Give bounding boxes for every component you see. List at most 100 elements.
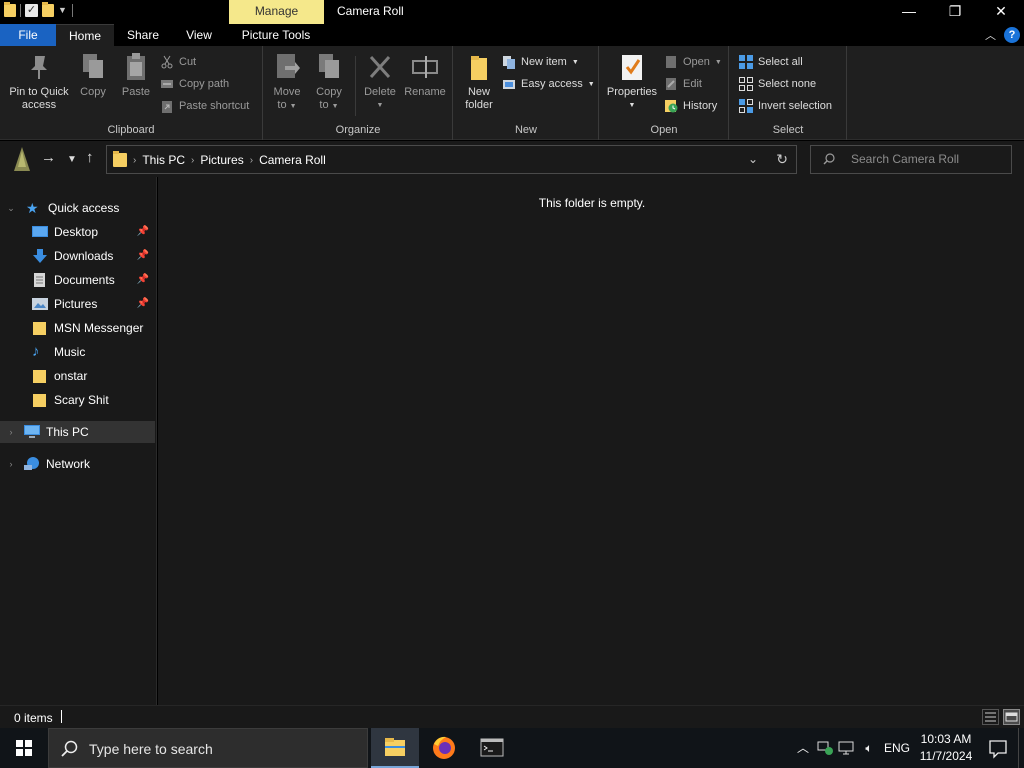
large-icons-view-button[interactable] — [1003, 709, 1020, 725]
taskbar-file-explorer[interactable] — [371, 728, 419, 768]
sidebar-item-desktop[interactable]: Desktop 📌 — [0, 221, 155, 243]
help-icon[interactable]: ? — [1004, 27, 1020, 43]
open-button[interactable]: Open ▼ — [664, 53, 722, 71]
search-input[interactable] — [851, 152, 1001, 166]
pin-icon[interactable]: 📌 — [137, 274, 149, 285]
notification-center-button[interactable] — [978, 728, 1018, 768]
dropdown-arrow-icon: ▼ — [571, 58, 579, 66]
properties-button[interactable]: Properties ▼ — [603, 52, 661, 112]
sidebar-item-this-pc[interactable]: › This PC — [0, 421, 155, 443]
taskbar-search-box[interactable]: Type here to search — [48, 728, 368, 768]
sidebar-item-msn-messenger[interactable]: MSN Messenger — [0, 317, 155, 339]
pin-icon[interactable]: 📌 — [137, 250, 149, 261]
history-label: History — [683, 100, 718, 112]
tab-home[interactable]: Home — [56, 24, 114, 46]
up-button[interactable]: ↑ — [86, 149, 94, 167]
sidebar-item-network[interactable]: › Network — [0, 453, 155, 475]
taskbar-terminal[interactable] — [468, 728, 516, 768]
refresh-icon[interactable]: ↻ — [776, 151, 788, 168]
copy-to-button[interactable]: Copy to ▼ — [310, 52, 348, 113]
chevron-right-icon[interactable]: › — [250, 155, 253, 166]
breadcrumb-camera-roll[interactable]: Camera Roll — [259, 153, 326, 167]
folder-icon — [32, 369, 48, 383]
tab-picture-tools[interactable]: Picture Tools — [232, 24, 320, 46]
dropdown-arrow-icon: ▼ — [376, 102, 384, 109]
tab-manage[interactable]: Manage — [229, 0, 324, 24]
chevron-right-icon[interactable]: › — [4, 427, 18, 437]
sidebar-item-onstar[interactable]: onstar — [0, 365, 155, 387]
cut-button[interactable]: Cut — [160, 53, 196, 71]
details-view-button[interactable] — [982, 709, 999, 725]
edit-icon — [664, 77, 678, 91]
breadcrumb-pictures[interactable]: Pictures — [200, 153, 243, 167]
move-to-button[interactable]: Move to ▼ — [268, 52, 306, 113]
search-box[interactable] — [810, 145, 1012, 174]
tab-file[interactable]: File — [0, 24, 56, 46]
monitor-icon[interactable] — [836, 728, 858, 768]
tab-share[interactable]: Share — [118, 24, 168, 46]
quick-access-toolbar: ✓ ▼ — [4, 2, 73, 17]
new-folder-qat-icon[interactable] — [42, 2, 54, 17]
forward-button[interactable]: → — [41, 149, 56, 167]
select-none-icon — [739, 77, 753, 91]
sidebar-item-pictures[interactable]: Pictures 📌 — [0, 293, 155, 315]
recent-locations-button[interactable]: ▼ — [67, 151, 77, 169]
invert-selection-button[interactable]: Invert selection — [739, 97, 832, 115]
customize-qat-dropdown-icon[interactable]: ▼ — [58, 4, 68, 17]
delete-button[interactable]: Delete ▼ — [360, 52, 400, 112]
up-arrow-icon: ↑ — [86, 149, 94, 166]
paste-shortcut-button[interactable]: Paste shortcut — [160, 97, 249, 115]
rename-button[interactable]: Rename — [402, 52, 448, 99]
collapse-ribbon-icon[interactable]: ︿ — [985, 27, 996, 43]
pin-icon[interactable]: 📌 — [137, 298, 149, 309]
tab-view[interactable]: View — [176, 24, 222, 46]
easy-access-button[interactable]: Easy access ▼ — [502, 75, 595, 93]
address-bar[interactable]: › This PC › Pictures › Camera Roll ⌄ ↻ — [106, 145, 797, 174]
new-group: New folder New item ▼ Easy access ▼ New — [454, 46, 599, 140]
address-dropdown-icon[interactable]: ⌄ — [748, 152, 758, 166]
rename-label: Rename — [404, 86, 446, 98]
file-list-area[interactable]: This folder is empty. — [158, 177, 1024, 705]
chevron-up-icon[interactable]: ︿ — [792, 728, 814, 768]
show-desktop-button[interactable] — [1018, 728, 1024, 768]
pin-to-quick-access-button[interactable]: Pin to Quick access — [4, 52, 74, 112]
properties-qat-icon[interactable]: ✓ — [25, 4, 38, 17]
sidebar-item-documents[interactable]: Documents 📌 — [0, 269, 155, 291]
paste-button[interactable]: Paste — [116, 52, 156, 99]
sidebar-item-quick-access[interactable]: ⌄ ★ Quick access — [0, 197, 155, 219]
copy-path-button[interactable]: Copy path — [160, 75, 229, 93]
close-button[interactable]: ✕ — [978, 0, 1024, 24]
language-indicator[interactable]: ENG — [880, 741, 914, 755]
edit-label: Edit — [683, 78, 702, 90]
chevron-right-icon[interactable]: › — [191, 155, 194, 166]
taskbar-firefox[interactable] — [420, 728, 468, 768]
sidebar-item-scary-shit[interactable]: Scary Shit — [0, 389, 155, 411]
chevron-down-icon[interactable]: ⌄ — [4, 203, 18, 214]
pin-icon[interactable]: 📌 — [137, 226, 149, 237]
clock[interactable]: 10:03 AM 11/7/2024 — [914, 731, 978, 765]
select-none-button[interactable]: Select none — [739, 75, 816, 93]
easy-access-icon — [502, 77, 516, 91]
desktop-icon — [32, 225, 48, 239]
maximize-button[interactable]: ❐ — [932, 0, 978, 24]
pictures-icon — [32, 297, 48, 311]
select-all-button[interactable]: Select all — [739, 53, 803, 71]
back-button[interactable] — [10, 145, 34, 173]
new-folder-button[interactable]: New folder — [458, 52, 500, 112]
sidebar-item-label: MSN Messenger — [54, 321, 144, 335]
history-button[interactable]: History — [664, 97, 717, 115]
sidebar-item-downloads[interactable]: Downloads 📌 — [0, 245, 155, 267]
chevron-right-icon[interactable]: › — [4, 459, 18, 469]
minimize-button[interactable]: — — [886, 0, 932, 24]
back-arrow-icon — [14, 147, 30, 171]
breadcrumb-this-pc[interactable]: This PC — [142, 153, 185, 167]
edit-button[interactable]: Edit — [664, 75, 702, 93]
volume-icon[interactable]: 🔈︎ — [858, 728, 880, 768]
chevron-right-icon[interactable]: › — [133, 155, 136, 166]
copy-button[interactable]: Copy — [76, 52, 110, 99]
new-item-button[interactable]: New item ▼ — [502, 53, 579, 71]
select-group: Select all Select none Invert selection … — [730, 46, 847, 140]
sidebar-item-music[interactable]: ♪ Music — [0, 341, 155, 363]
start-button[interactable] — [0, 728, 48, 768]
network-status-icon[interactable] — [814, 728, 836, 768]
